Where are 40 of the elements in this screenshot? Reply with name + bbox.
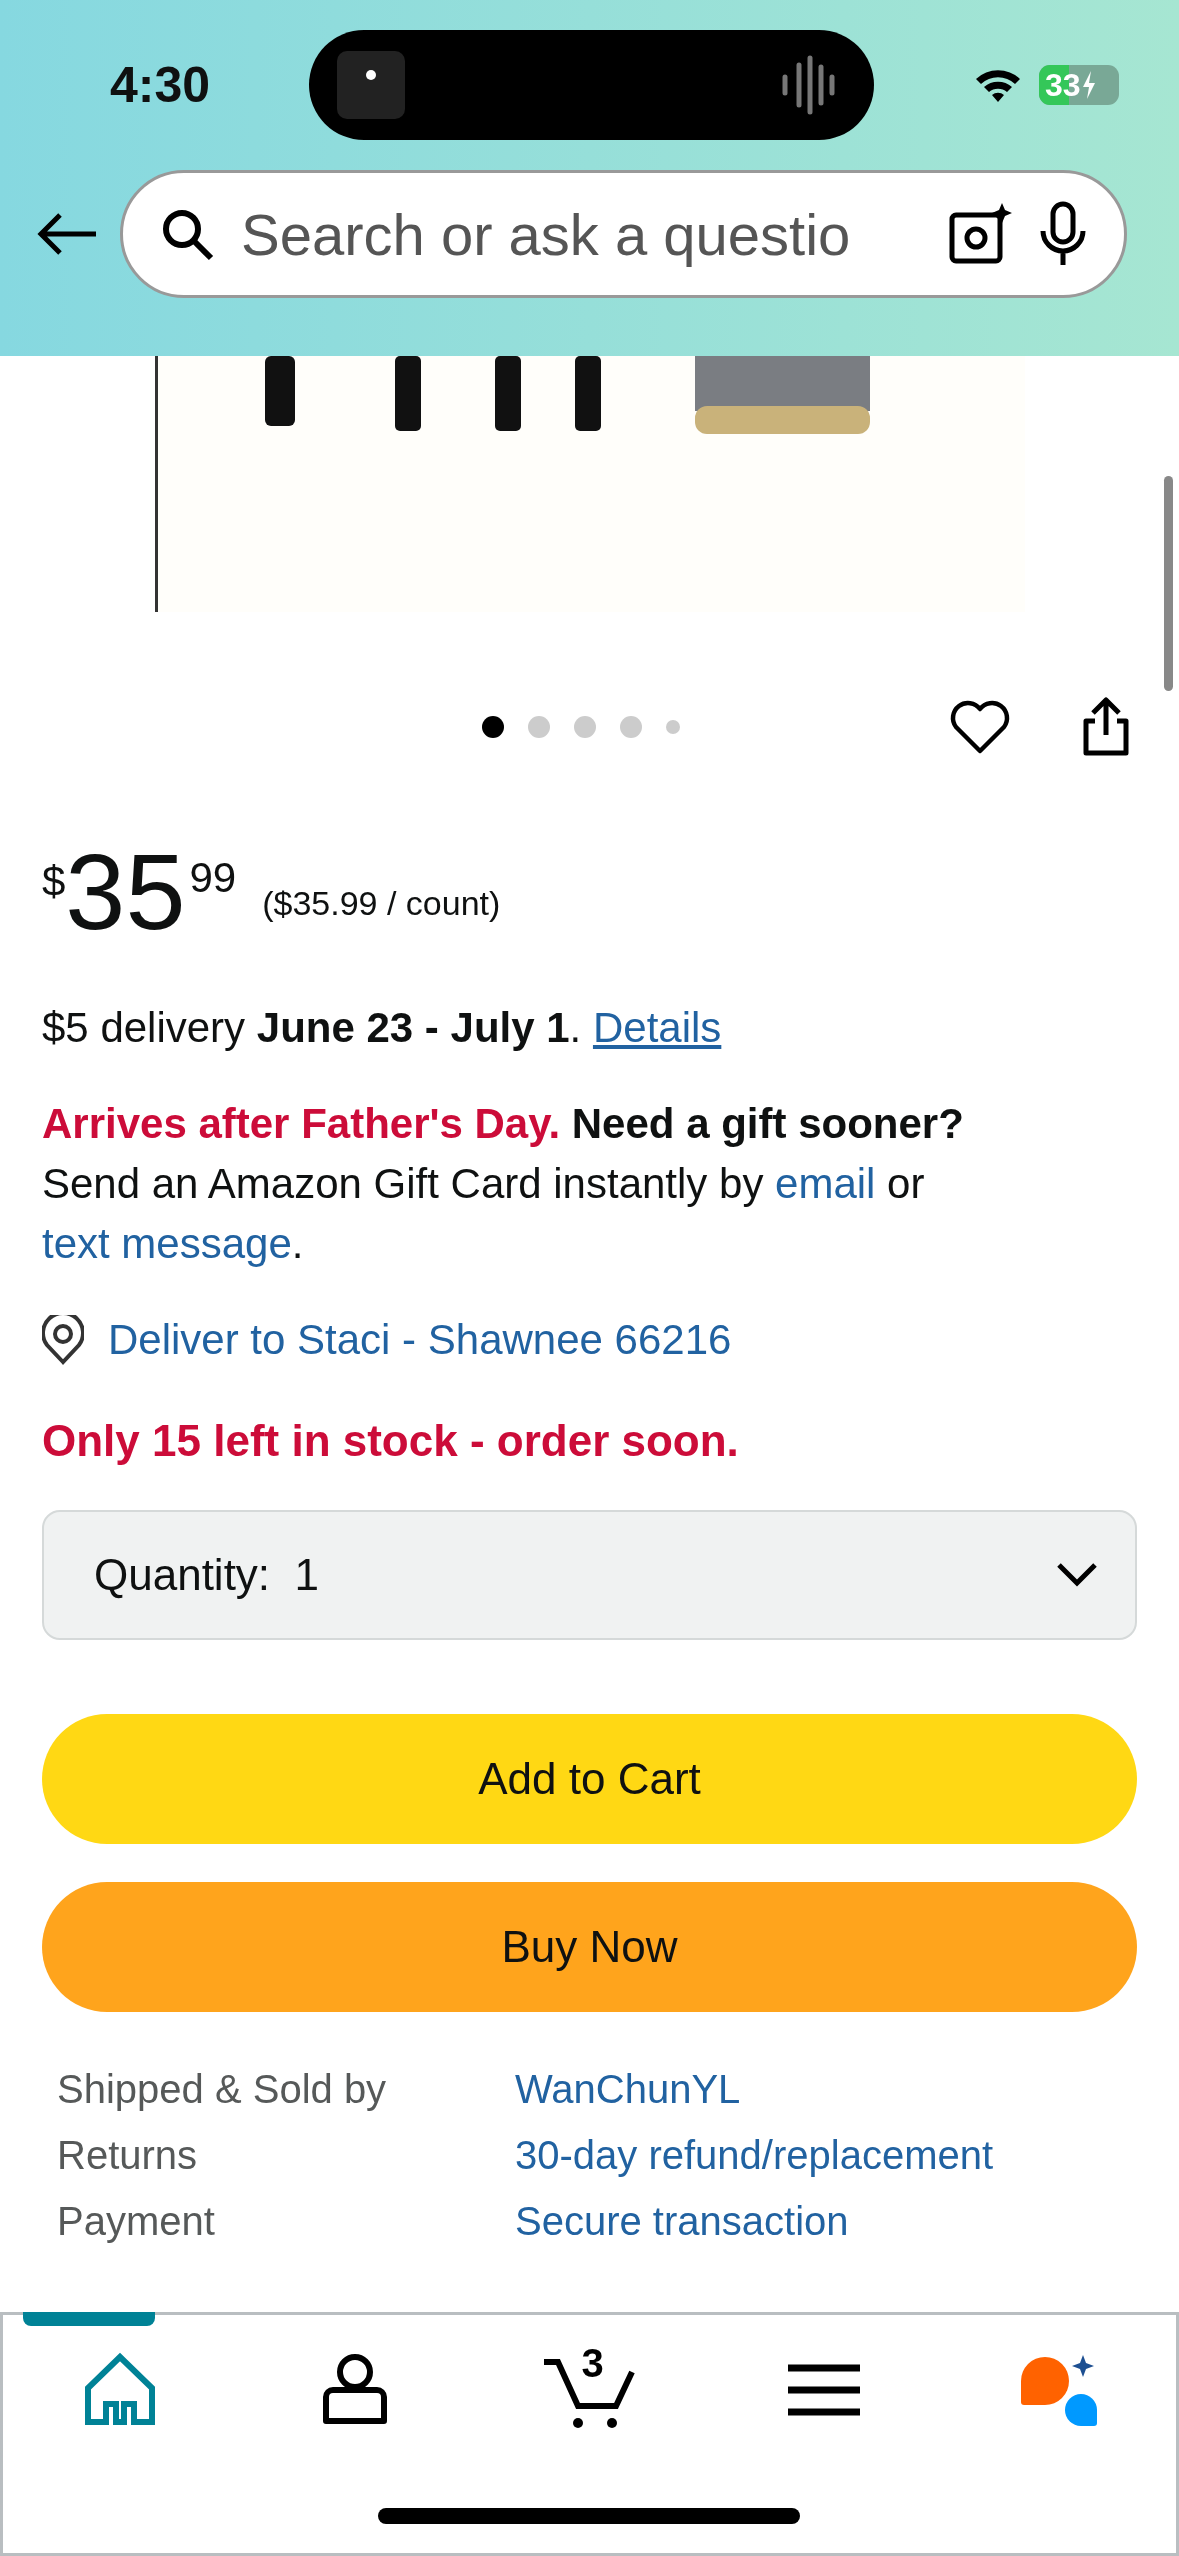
quantity-dropdown[interactable]: Quantity: 1 xyxy=(42,1510,1137,1640)
cart-count: 3 xyxy=(581,2343,604,2383)
back-arrow-icon[interactable] xyxy=(36,212,98,256)
gift-notice: Arrives after Father's Day. Need a gift sooner? Send an Amazon Gift Card instantly by email or text message. xyxy=(41,1099,965,1269)
scrollbar[interactable] xyxy=(1164,476,1173,691)
camera-icon[interactable] xyxy=(948,201,1014,267)
delivery-text: $5 delivery June 23 - July 1. xyxy=(42,1004,582,1051)
stock-warning: Only 15 left in stock - order soon. xyxy=(42,1416,739,1465)
chat-bubbles-icon xyxy=(1018,2353,1099,2427)
price-whole: 35 xyxy=(65,842,186,942)
chevron-down-icon xyxy=(1055,1561,1099,1589)
detail-link[interactable]: 30-day refund/replacement xyxy=(515,2122,994,2188)
detail-label: Payment xyxy=(57,2198,216,2245)
deliver-to-link[interactable]: Deliver to Staci - Shawnee 66216 xyxy=(108,1310,732,1370)
detail-label: Shipped & Sold by xyxy=(57,2066,388,2113)
unit-price: ($35.99 / count) xyxy=(262,883,501,924)
gift-link[interactable]: email xyxy=(775,1160,876,1207)
gift-link[interactable]: text message xyxy=(42,1220,292,1267)
detail-label: Returns xyxy=(57,2132,199,2179)
clock-time: 4:30 xyxy=(110,55,211,115)
detail-link[interactable]: Secure transaction xyxy=(515,2188,849,2254)
location-pin-icon xyxy=(42,1315,84,1365)
carousel-dot[interactable] xyxy=(574,716,596,738)
detail-link[interactable]: WanChunYL xyxy=(515,2056,741,2122)
price-fraction: 99 xyxy=(189,853,237,903)
carousel-dot[interactable] xyxy=(528,716,550,738)
carousel-dot[interactable] xyxy=(620,716,642,738)
search-input[interactable]: Search or ask a questio xyxy=(239,189,924,279)
heart-icon[interactable] xyxy=(949,699,1011,755)
battery-icon: 33 xyxy=(1039,65,1119,105)
carousel-dot[interactable] xyxy=(482,716,504,738)
add-to-cart-button[interactable]: Add to Cart xyxy=(42,1714,1137,1844)
buy-now-button[interactable]: Buy Now xyxy=(42,1882,1137,2012)
microphone-icon[interactable] xyxy=(1038,201,1088,267)
details-link[interactable]: Details xyxy=(592,1004,722,1051)
search-bar[interactable]: Search or ask a questio xyxy=(120,170,1127,298)
tab-button[interactable]: 3 xyxy=(472,2315,707,2465)
share-icon[interactable] xyxy=(1081,697,1131,757)
carousel-dot[interactable] xyxy=(666,720,680,734)
price-currency: $ xyxy=(42,858,66,905)
